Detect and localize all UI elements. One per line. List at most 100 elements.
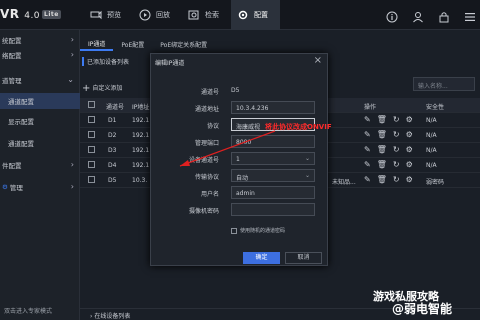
playback-icon: [139, 9, 151, 21]
refresh-icon[interactable]: ↻: [393, 160, 400, 169]
edit-icon[interactable]: ✎: [364, 130, 371, 139]
delete-icon[interactable]: 🗑: [377, 115, 387, 124]
chevron-down-icon: ⌄: [67, 75, 74, 84]
row-checkbox[interactable]: [88, 146, 95, 153]
row-checkbox[interactable]: [88, 176, 95, 183]
sidebar-item-channel-config[interactable]: 通道配置: [0, 93, 80, 109]
select-all-checkbox[interactable]: [88, 101, 95, 108]
edit-icon[interactable]: ✎: [364, 145, 371, 154]
column-header: 操作: [364, 104, 377, 111]
top-bar: VR 4.0 Lite 预览 回放 检索 配置: [0, 0, 480, 30]
sidebar-item-network[interactable]: 络配置 ›: [0, 47, 80, 63]
cell-channel: D2: [108, 132, 117, 139]
sidebar-item-storage[interactable]: ⚙ 管理 ›: [0, 179, 80, 195]
folder-search-icon: [188, 10, 199, 20]
watermark-line2: @弱电智能: [392, 302, 453, 316]
sidebar-item-label: 络配置: [2, 52, 22, 60]
delete-icon[interactable]: 🗑: [377, 160, 387, 169]
gear-icon: [238, 10, 248, 20]
field-label: 用户名: [200, 191, 219, 198]
annotation-text: 将此协议改成ONVIF: [265, 123, 332, 131]
chevron-down-icon: ⌄: [304, 155, 310, 162]
row-actions: ✎ 🗑 ↻ ⚙: [364, 130, 419, 139]
username-input[interactable]: admin: [231, 186, 315, 199]
gear-icon[interactable]: ⚙: [406, 115, 413, 124]
transport-select[interactable]: 自动 ⌄: [231, 169, 315, 182]
app-window: VR 4.0 Lite 预览 回放 检索 配置 统配置 › 络配置 › 道管理 …: [0, 0, 480, 320]
field-label: 摄像机密码: [188, 208, 219, 215]
nav-config[interactable]: 配置: [231, 0, 280, 30]
sidebar-item-channel-config-2[interactable]: 通道配置: [0, 135, 80, 151]
nav-preview[interactable]: 预览: [84, 0, 133, 30]
password-input[interactable]: [231, 203, 315, 216]
row-actions: ✎ 🗑 ↻ ⚙: [364, 175, 419, 184]
edit-ip-channel-dialog: 编辑IP通道 × 通道号 D5 通道地址 10.3.4.236 协议 海康威视 ⌄…: [150, 53, 328, 266]
cell-channel: D3: [108, 147, 117, 154]
sidebar: 统配置 › 络配置 › 道管理 ⌄ 通道配置 显示配置 通道配置 件配置 › ⚙ 管理 › …: [0, 30, 80, 320]
sidebar-item-channel-mgmt[interactable]: 道管理 ⌄: [0, 72, 80, 88]
field-label: 管理端口: [194, 140, 219, 147]
info-icon[interactable]: [386, 8, 398, 23]
nav-playback[interactable]: 回放: [133, 0, 182, 30]
edit-icon[interactable]: ✎: [364, 175, 371, 184]
menu-icon[interactable]: [464, 8, 476, 21]
top-right-tools: [386, 8, 476, 23]
delete-icon[interactable]: 🗑: [377, 130, 387, 139]
cell-security: N/A: [426, 162, 437, 169]
refresh-icon[interactable]: ↻: [393, 145, 400, 154]
close-icon[interactable]: ×: [314, 55, 322, 66]
gear-icon[interactable]: ⚙: [406, 145, 413, 154]
sidebar-item-label: 显示配置: [8, 118, 34, 126]
row-checkbox[interactable]: [88, 131, 95, 138]
camera-icon: [90, 10, 102, 20]
expert-mode-link[interactable]: 双击进入专家模式: [0, 306, 80, 315]
edit-icon[interactable]: ✎: [364, 160, 371, 169]
refresh-icon[interactable]: ↻: [393, 175, 400, 184]
lock-icon[interactable]: [438, 8, 450, 23]
search-input[interactable]: 输入名称...: [413, 77, 475, 91]
tab-poe-binding[interactable]: PoE绑定关系配置: [152, 37, 215, 51]
cancel-button[interactable]: 取消: [285, 252, 322, 264]
field-transport: 传输协议 自动 ⌄: [151, 169, 329, 183]
tab-ip-channel[interactable]: IP通道: [80, 37, 114, 51]
delete-icon[interactable]: 🗑: [377, 145, 387, 154]
gear-icon[interactable]: ⚙: [406, 175, 413, 184]
column-header[interactable]: 通道号: [106, 102, 124, 111]
user-icon[interactable]: [412, 8, 424, 23]
checkbox-label: 使用随机的通道密码: [240, 228, 286, 234]
tab-poe-config[interactable]: PoE配置: [113, 37, 152, 51]
row-checkbox[interactable]: [88, 161, 95, 168]
delete-icon[interactable]: 🗑: [377, 175, 387, 184]
port-input[interactable]: 8000: [231, 135, 315, 148]
cell-security: N/A: [426, 132, 437, 139]
custom-add-button[interactable]: + 自定义添加: [82, 83, 122, 94]
sidebar-item-label: 道管理: [2, 77, 22, 85]
device-channel-select[interactable]: 1 ⌄: [231, 152, 315, 165]
cell-channel: D1: [108, 117, 117, 124]
address-input[interactable]: 10.3.4.236: [231, 101, 315, 114]
select-value: 1: [236, 156, 240, 163]
chevron-right-icon: ›: [70, 160, 74, 169]
select-value: 海康威视: [236, 124, 261, 131]
cell-ip: 10.3.: [132, 177, 148, 184]
refresh-icon[interactable]: ↻: [393, 130, 400, 139]
field-value: D5: [231, 87, 240, 94]
ok-button[interactable]: 确定: [243, 252, 280, 264]
nav-search[interactable]: 检索: [182, 0, 231, 30]
field-username: 用户名 admin: [151, 186, 329, 200]
column-header[interactable]: IP地址: [132, 102, 149, 111]
sidebar-item-system[interactable]: 统配置 ›: [0, 32, 80, 48]
field-channel-address: 通道地址 10.3.4.236: [151, 101, 329, 115]
row-checkbox[interactable]: [88, 116, 95, 123]
gear-icon[interactable]: ⚙: [406, 160, 413, 169]
sidebar-item-display-config[interactable]: 显示配置: [0, 113, 80, 129]
refresh-icon[interactable]: ↻: [393, 115, 400, 124]
cell-security: N/A: [426, 117, 437, 124]
gear-icon: ⚙: [2, 183, 8, 191]
gear-icon[interactable]: ⚙: [406, 130, 413, 139]
random-password-checkbox[interactable]: 使用随机的通道密码: [231, 227, 285, 234]
edit-icon[interactable]: ✎: [364, 115, 371, 124]
sidebar-item-event[interactable]: 件配置 ›: [0, 157, 80, 173]
select-value: 自动: [236, 175, 249, 182]
cell-channel: D5: [108, 177, 117, 184]
